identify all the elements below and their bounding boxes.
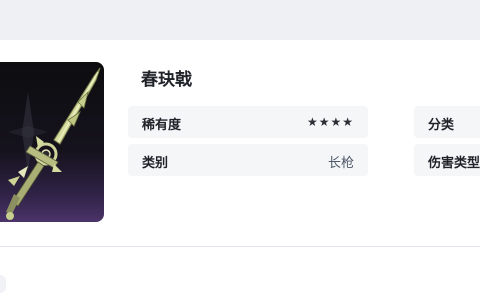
top-bar: 息: [0, 0, 480, 40]
attribute-value: 长枪: [327, 156, 354, 171]
next-section: [0, 247, 480, 300]
attribute-label: 稀有度: [142, 118, 182, 133]
attribute-label: 伤害类型: [428, 156, 480, 171]
attribute-damage-type: 伤害类型: [414, 144, 480, 176]
attribute-label: 类别: [142, 156, 169, 171]
weapon-info-card: 春玦戟 稀有度 ★★★★ 分类 类别 长枪 伤害类型: [0, 40, 480, 246]
attribute-category: 分类: [414, 106, 480, 138]
attribute-weapon-type: 类别 长枪: [128, 144, 368, 176]
scroll-handle[interactable]: [0, 275, 6, 293]
weapon-image: [0, 62, 104, 222]
polearm-weapon-icon: [6, 67, 101, 220]
rarity-stars: ★★★★: [306, 115, 354, 129]
attribute-rarity: 稀有度 ★★★★: [128, 106, 368, 138]
weapon-name: 春玦戟: [141, 70, 192, 90]
attribute-label: 分类: [428, 118, 455, 133]
